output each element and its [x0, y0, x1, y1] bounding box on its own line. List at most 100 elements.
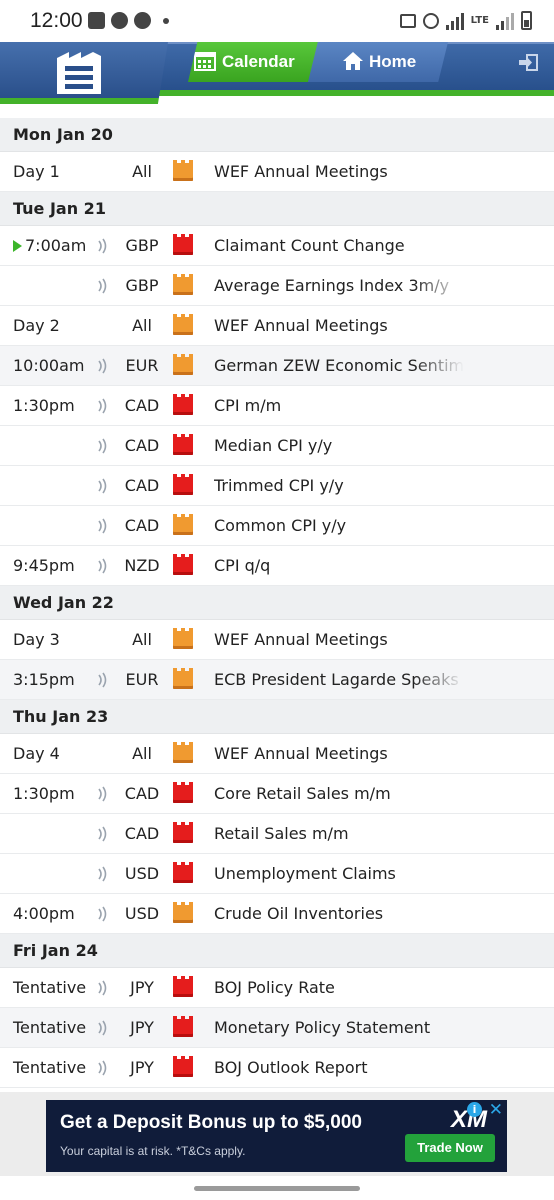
sound-alert-icon[interactable] [97, 238, 109, 254]
event-currency: JPY [130, 978, 154, 997]
signal-icon [445, 12, 464, 30]
event-row[interactable]: 7:00am GBP Claimant Count Change [0, 226, 554, 266]
system-icons: LTE [399, 11, 532, 30]
event-row[interactable]: 9:45pm NZD CPI q/q [0, 546, 554, 586]
event-title[interactable]: Common CPI y/y [214, 516, 464, 535]
event-title[interactable]: Core Retail Sales m/m [214, 784, 464, 803]
ad-trade-now-button[interactable]: Trade Now [405, 1134, 495, 1162]
event-row[interactable]: GBP Average Earnings Index 3m/y [0, 266, 554, 306]
high-impact-folder-icon [173, 394, 193, 415]
high-impact-folder-icon [173, 822, 193, 843]
ad-banner[interactable]: Get a Deposit Bonus up to $5,000 Your ca… [46, 1100, 507, 1172]
event-title[interactable]: WEF Annual Meetings [214, 162, 464, 181]
event-row[interactable]: Day 3 All WEF Annual Meetings [0, 620, 554, 660]
menu-button[interactable] [0, 42, 168, 104]
app-header: Calendar Home [0, 42, 554, 108]
ad-banner-area: Get a Deposit Bonus up to $5,000 Your ca… [0, 1092, 554, 1176]
event-row[interactable]: CAD Retail Sales m/m [0, 814, 554, 854]
event-currency: All [132, 744, 152, 763]
event-row[interactable]: Day 1 All WEF Annual Meetings [0, 152, 554, 192]
sound-alert-icon[interactable] [97, 980, 109, 996]
event-row[interactable]: CAD Common CPI y/y [0, 506, 554, 546]
day-heading: Mon Jan 20 [0, 118, 554, 152]
medium-impact-folder-icon [173, 902, 193, 923]
event-title[interactable]: BOJ Policy Rate [214, 978, 464, 997]
sound-alert-icon[interactable] [97, 478, 109, 494]
event-row[interactable]: CAD Trimmed CPI y/y [0, 466, 554, 506]
event-row[interactable]: 1:30pm CAD Core Retail Sales m/m [0, 774, 554, 814]
sound-alert-icon[interactable] [97, 786, 109, 802]
medium-impact-folder-icon [173, 274, 193, 295]
tab-calendar[interactable]: Calendar [188, 42, 322, 82]
event-row[interactable]: 10:00am EUR German ZEW Economic Sentiment [0, 346, 554, 386]
event-title[interactable]: Retail Sales m/m [214, 824, 464, 843]
event-row[interactable]: Tentative JPY Monetary Policy Statement [0, 1008, 554, 1048]
event-time: Day 1 [13, 162, 60, 181]
event-title[interactable]: WEF Annual Meetings [214, 630, 464, 649]
event-row[interactable]: Tentative JPY BOJ Outlook Report [0, 1048, 554, 1088]
sound-alert-icon[interactable] [97, 866, 109, 882]
event-row[interactable]: 1:30pm CAD CPI m/m [0, 386, 554, 426]
sound-alert-icon[interactable] [97, 278, 109, 294]
lte-label: LTE [470, 15, 489, 26]
event-currency: GBP [125, 236, 159, 255]
event-title[interactable]: CPI q/q [214, 556, 464, 575]
sound-alert-icon[interactable] [97, 558, 109, 574]
event-title[interactable]: Trimmed CPI y/y [214, 476, 464, 495]
event-title[interactable]: Unemployment Claims [214, 864, 464, 883]
sound-alert-icon[interactable] [97, 1060, 109, 1076]
event-title[interactable]: Monetary Policy Statement [214, 1018, 464, 1037]
high-impact-folder-icon [173, 862, 193, 883]
sound-alert-icon[interactable] [97, 1020, 109, 1036]
event-row[interactable]: Day 4 All WEF Annual Meetings [0, 734, 554, 774]
soccer-ball-icon [111, 12, 128, 29]
event-title[interactable]: ECB President Lagarde Speaks [214, 670, 464, 689]
event-time: 9:45pm [13, 556, 75, 575]
event-time: 1:30pm [13, 784, 75, 803]
status-bar: 12:00 LTE [0, 0, 554, 42]
ad-close-icon[interactable]: ✕ [489, 1100, 503, 1120]
high-impact-folder-icon [173, 976, 193, 997]
medium-impact-folder-icon [173, 514, 193, 535]
sound-alert-icon[interactable] [97, 672, 109, 688]
tab-home[interactable]: Home [308, 42, 448, 82]
sound-alert-icon[interactable] [97, 358, 109, 374]
event-currency: EUR [125, 670, 159, 689]
snapchat-icon [134, 12, 151, 29]
medium-impact-folder-icon [173, 668, 193, 689]
event-title[interactable]: Average Earnings Index 3m/y [214, 276, 464, 295]
event-currency: All [132, 630, 152, 649]
event-currency: CAD [124, 784, 160, 803]
event-title[interactable]: BOJ Outlook Report [214, 1058, 464, 1077]
event-currency: JPY [130, 1018, 154, 1037]
sound-alert-icon[interactable] [97, 438, 109, 454]
event-title[interactable]: Crude Oil Inventories [214, 904, 464, 923]
sound-alert-icon[interactable] [97, 906, 109, 922]
event-row[interactable]: Day 2 All WEF Annual Meetings [0, 306, 554, 346]
event-title[interactable]: CPI m/m [214, 396, 464, 415]
event-title[interactable]: WEF Annual Meetings [214, 744, 464, 763]
ad-info-icon[interactable]: i [467, 1102, 482, 1117]
sound-alert-icon[interactable] [97, 826, 109, 842]
event-row[interactable]: USD Unemployment Claims [0, 854, 554, 894]
event-row[interactable]: Tentative JPY BOJ Policy Rate [0, 968, 554, 1008]
sound-alert-icon[interactable] [97, 518, 109, 534]
ad-headline: Get a Deposit Bonus up to $5,000 [60, 1112, 362, 1133]
menu-icon [57, 52, 101, 94]
event-row[interactable]: CAD Median CPI y/y [0, 426, 554, 466]
day-heading: Tue Jan 21 [0, 192, 554, 226]
event-title[interactable]: Median CPI y/y [214, 436, 464, 455]
exit-icon[interactable] [518, 54, 538, 71]
event-currency: CAD [124, 824, 160, 843]
event-time: 4:00pm [13, 904, 75, 923]
event-row[interactable]: 3:15pm EUR ECB President Lagarde Speaks [0, 660, 554, 700]
event-title[interactable]: WEF Annual Meetings [214, 316, 464, 335]
event-title[interactable]: German ZEW Economic Sentiment [214, 356, 464, 375]
event-time: 3:15pm [13, 670, 75, 689]
mute-icon [399, 13, 416, 28]
medium-impact-folder-icon [173, 742, 193, 763]
home-indicator[interactable] [194, 1186, 360, 1191]
event-title[interactable]: Claimant Count Change [214, 236, 464, 255]
event-row[interactable]: 4:00pm USD Crude Oil Inventories [0, 894, 554, 934]
sound-alert-icon[interactable] [97, 398, 109, 414]
